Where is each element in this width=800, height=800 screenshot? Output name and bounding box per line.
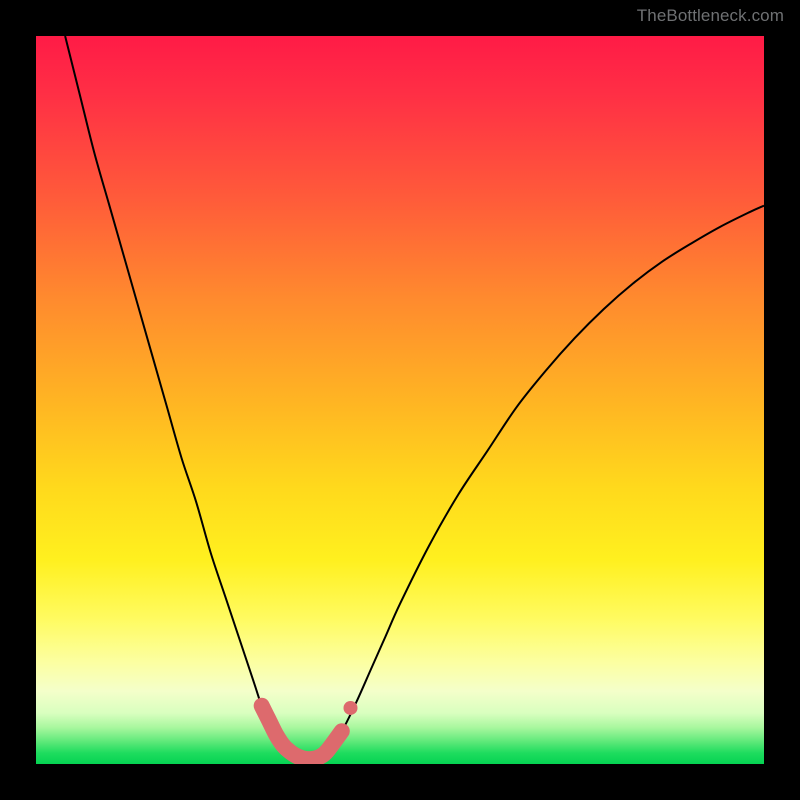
watermark-text: TheBottleneck.com [637,6,784,26]
chart-frame: TheBottleneck.com [0,0,800,800]
plot-area [36,36,764,764]
optimal-range-highlight [262,706,342,759]
marker-dot [343,701,357,715]
chart-svg [36,36,764,764]
bottleneck-curve [65,36,764,759]
